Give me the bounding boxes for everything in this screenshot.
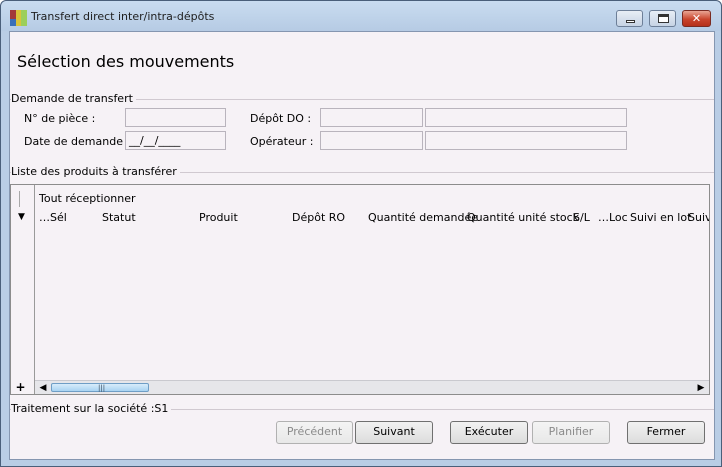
planifier-button[interactable]: Planifier — [532, 421, 610, 444]
column-header-depot-ro[interactable]: Dépôt RO — [292, 211, 345, 224]
operateur-name-field[interactable] — [425, 131, 627, 150]
page-title: Sélection des mouvements — [17, 52, 235, 71]
date-demande-label: Date de demande : — [24, 135, 131, 148]
column-header-quantite-demandee[interactable]: Quantité demandée — [368, 211, 478, 224]
horizontal-scrollbar[interactable]: ◀ ||| ▶ — [35, 380, 709, 394]
column-header-statut[interactable]: Statut — [102, 211, 136, 224]
group-label-liste: Liste des produits à transférer — [11, 165, 180, 178]
numero-piece-field[interactable] — [125, 108, 226, 127]
minimize-button[interactable] — [616, 10, 643, 27]
depot-name-field[interactable] — [425, 108, 627, 127]
group-panel-separator — [19, 191, 20, 207]
add-row-button[interactable]: + — [14, 381, 27, 393]
depot-code-field[interactable] — [320, 108, 423, 127]
close-button[interactable]: ✕ — [682, 10, 711, 27]
executer-button[interactable]: Exécuter — [450, 421, 528, 444]
maximize-button[interactable] — [649, 10, 676, 27]
tout-receptionner-cell[interactable]: Tout réceptionner — [39, 192, 136, 205]
column-header-suivi[interactable]: Suivi — [688, 211, 709, 224]
column-header-sel[interactable]: …Sél — [39, 211, 67, 224]
fermer-button[interactable]: Fermer — [627, 421, 705, 444]
operateur-code-field[interactable] — [320, 131, 423, 150]
date-demande-field[interactable]: __/__/____ — [125, 131, 226, 150]
column-header-produit[interactable]: Produit — [199, 211, 238, 224]
products-grid[interactable]: Tout réceptionner ▼ …Sél Statut Produit … — [10, 184, 710, 395]
close-icon: ✕ — [691, 12, 702, 25]
scrollbar-grip-icon: ||| — [98, 384, 106, 392]
group-label-demande: Demande de transfert — [11, 92, 136, 105]
minimize-icon — [626, 20, 635, 23]
operateur-label: Opérateur : — [250, 135, 314, 148]
company-status-text: Traitement sur la société :S1 — [11, 402, 172, 415]
suivant-button[interactable]: Suivant — [355, 421, 433, 444]
dialog-client-area: Sélection des mouvements Demande de tran… — [9, 31, 715, 460]
precedent-button[interactable]: Précédent — [276, 421, 353, 444]
scroll-left-icon[interactable]: ◀ — [37, 382, 49, 394]
row-menu-arrow-icon[interactable]: ▼ — [18, 212, 25, 222]
grid-header-row: ▼ …Sél Statut Produit Dépôt RO Quantité … — [11, 210, 709, 227]
app-icon — [10, 10, 27, 26]
scroll-right-icon[interactable]: ▶ — [695, 382, 707, 394]
column-header-suivi-en-lot[interactable]: Suivi en lot — [630, 211, 691, 224]
application-window: Transfert direct inter/intra-dépôts ✕ Sé… — [0, 0, 722, 467]
numero-piece-label: N° de pièce : — [24, 112, 96, 125]
title-bar[interactable]: Transfert direct inter/intra-dépôts ✕ — [1, 1, 721, 31]
column-header-quantite-unite-stock[interactable]: Quantité unité stock — [467, 211, 579, 224]
scrollbar-thumb[interactable]: ||| — [51, 383, 149, 392]
window-title: Transfert direct inter/intra-dépôts — [31, 10, 215, 23]
column-header-sl[interactable]: S/L — [573, 211, 590, 224]
depot-label: Dépôt DO : — [250, 112, 312, 125]
column-header-loc[interactable]: …Loc — [598, 211, 628, 224]
maximize-icon — [658, 14, 669, 23]
